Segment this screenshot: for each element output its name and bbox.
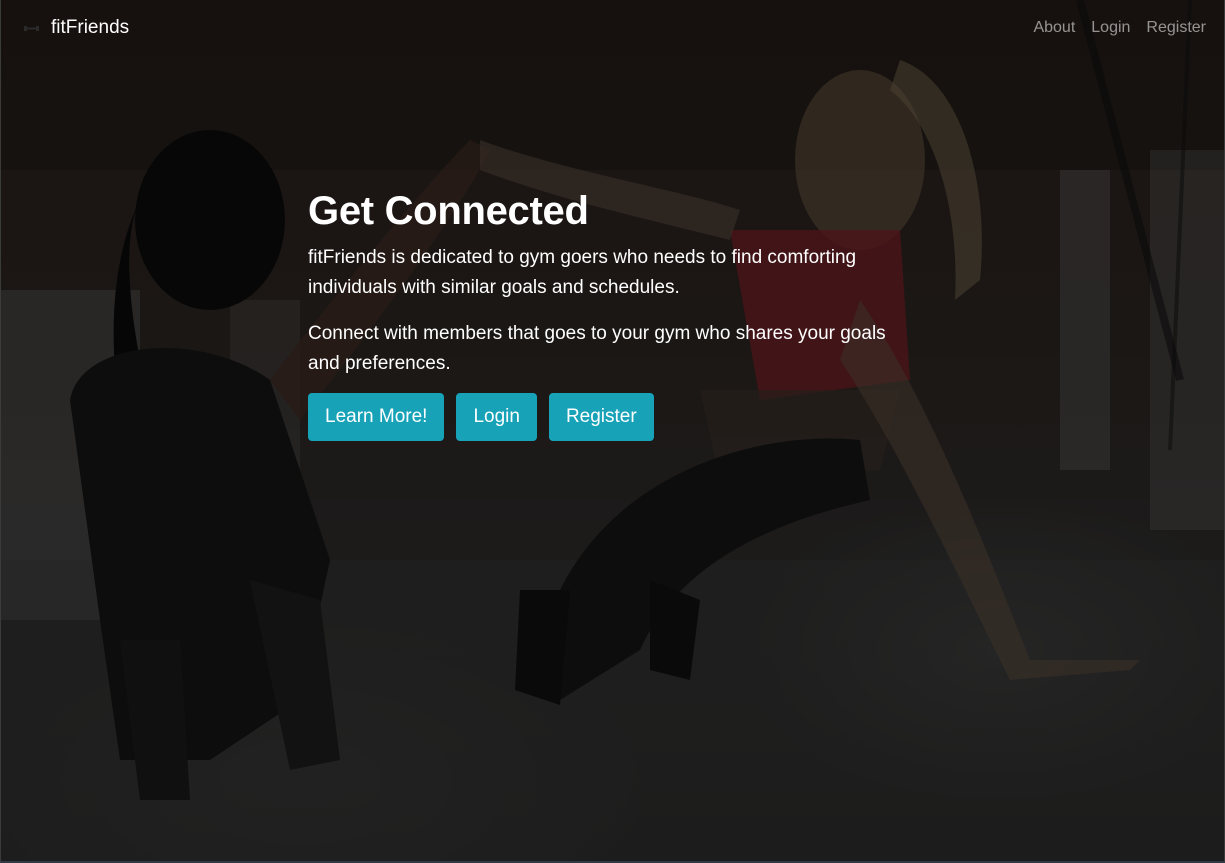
brand-link[interactable]: fitFriends xyxy=(22,17,129,39)
nav-login-link[interactable]: Login xyxy=(1091,19,1130,37)
hero-description: fitFriends is dedicated to gym goers who… xyxy=(308,247,857,299)
learn-more-button[interactable]: Learn More! xyxy=(308,393,445,442)
hero-content: Get Connected fitFriends is dedicated to… xyxy=(308,189,908,442)
login-button[interactable]: Login xyxy=(456,393,537,442)
top-navbar: fitFriends About Login Register xyxy=(0,0,1225,56)
nav-about-link[interactable]: About xyxy=(1033,19,1075,37)
nav-register-link[interactable]: Register xyxy=(1146,19,1206,37)
dumbbell-icon xyxy=(22,19,41,38)
hero-button-group: Learn More! Login Register xyxy=(308,393,908,442)
nav-links: About Login Register xyxy=(1033,19,1206,37)
hero-title: Get Connected xyxy=(308,189,589,233)
hero-subdescription: Connect with members that goes to your g… xyxy=(308,323,886,375)
register-button[interactable]: Register xyxy=(548,393,654,442)
brand-name: fitFriends xyxy=(51,17,130,38)
